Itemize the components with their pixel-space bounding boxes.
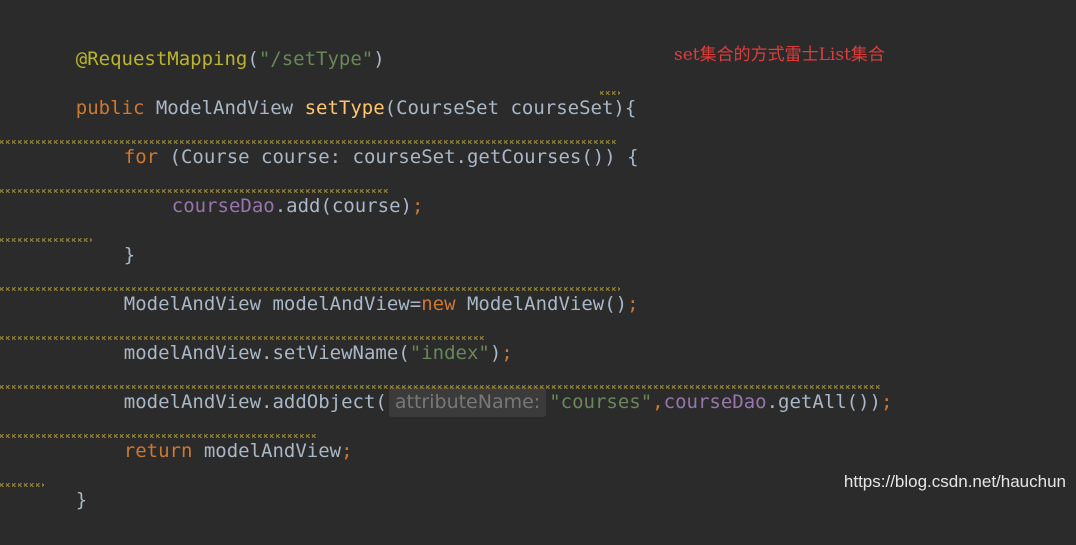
method-call-end: .getAll()) [766, 391, 881, 413]
semicolon: ; [341, 440, 353, 462]
semicolon: ; [627, 293, 639, 315]
return-value: modelAndView [192, 440, 342, 462]
warning-squiggle [0, 434, 318, 438]
return-keyword: return [123, 440, 193, 462]
parameter-name-hint: attributeName: [388, 387, 547, 417]
warning-squiggle [0, 140, 618, 144]
code-editor[interactable]: @RequestMapping("/setType") public Model… [0, 0, 1076, 511]
semicolon: ; [412, 195, 424, 217]
code-line-1[interactable]: @RequestMapping("/setType") [30, 14, 385, 70]
warning-squiggle [0, 238, 92, 242]
warning-squiggle [0, 189, 390, 193]
warning-squiggle [0, 336, 486, 340]
code-line-2[interactable]: public ModelAndView setType(CourseSet co… [30, 63, 637, 119]
warning-squiggle [0, 385, 882, 389]
field-reference: courseDao [663, 391, 767, 413]
string-literal: "courses" [549, 391, 653, 413]
method-call: .add(course) [274, 195, 412, 217]
annotation-note: set集合的方式雷士List集合 [674, 45, 885, 65]
comma: , [652, 391, 664, 413]
field-reference: courseDao [171, 195, 275, 217]
warning-squiggle [0, 287, 620, 291]
warning-squiggle [0, 483, 44, 487]
close-brace: } [75, 489, 88, 511]
watermark: https://blog.csdn.net/hauchun [843, 472, 1066, 491]
warning-squiggle [600, 91, 620, 95]
semicolon: ; [880, 391, 893, 413]
